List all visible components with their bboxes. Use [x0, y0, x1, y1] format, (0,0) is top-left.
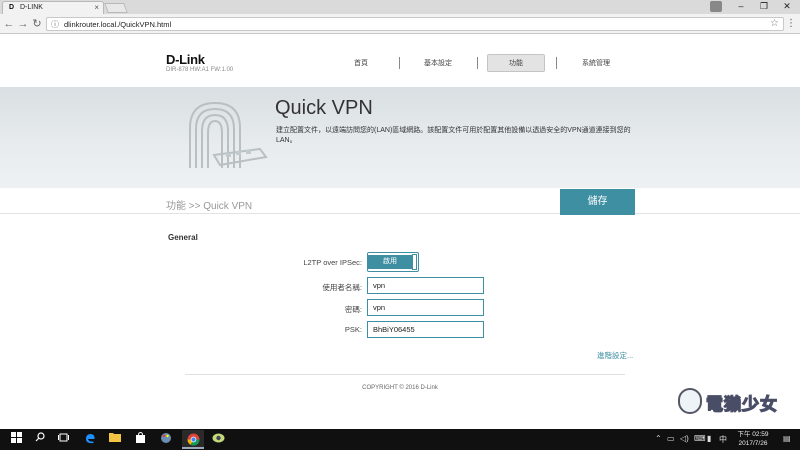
- nav-divider: [556, 57, 557, 69]
- toggle-knob: [412, 254, 417, 270]
- keyboard-icon[interactable]: ⌨: [694, 434, 706, 443]
- url-text: dlinkrouter.local./QuickVPN.html: [64, 20, 172, 29]
- browser-tabstrip: D D-LINK × – ❐ ✕: [0, 0, 800, 14]
- username-label: 使用者名稱:: [322, 283, 362, 292]
- nav-features[interactable]: 功能: [489, 58, 543, 68]
- new-tab-button[interactable]: [104, 3, 128, 13]
- vpn-tunnel-icon: [189, 101, 268, 168]
- windows-start-icon[interactable]: [9, 432, 24, 447]
- password-label: 密碼:: [344, 305, 362, 314]
- nav-divider: [477, 57, 478, 69]
- taskbar-clock[interactable]: 下午 02:59 2017/7/26: [733, 430, 773, 448]
- watermark-text: 電獺少女: [705, 394, 778, 415]
- reload-icon[interactable]: ↻: [31, 17, 43, 31]
- clock-time: 下午 02:59: [737, 431, 769, 438]
- notification-icon[interactable]: ▤: [783, 434, 791, 443]
- watermark-logo: 電獺少女: [672, 388, 796, 418]
- address-bar: ← → ↻ ⓘ dlinkrouter.local./QuickVPN.html…: [0, 14, 800, 34]
- page-title: Quick VPN: [275, 97, 373, 119]
- minimize-icon[interactable]: –: [730, 0, 752, 14]
- store-icon[interactable]: [133, 431, 148, 447]
- username-field[interactable]: [367, 277, 484, 294]
- model-info: DIR-878 HW:A1 FW:1.00: [166, 67, 234, 73]
- l2tp-label: L2TP over IPSec:: [303, 258, 362, 267]
- router-header: D-Link DIR-878 HW:A1 FW:1.00 首頁 基本設定 功能 …: [0, 35, 800, 87]
- greenshot-icon[interactable]: [211, 432, 226, 447]
- l2tp-toggle-state: 啟用: [368, 255, 412, 269]
- hero-banner: Quick VPN 建立配置文件，以遠端訪問您的(LAN)區域網路。該配置文件可…: [0, 87, 800, 188]
- browser-menu-icon[interactable]: ⋮: [786, 18, 796, 29]
- taskbar: ⌃ ▭ ◁) ⌨ ▮ 中 下午 02:59 2017/7/26 ▤: [0, 429, 800, 450]
- tab-title: D-LINK: [20, 4, 43, 11]
- url-input[interactable]: ⓘ dlinkrouter.local./QuickVPN.html ☆: [46, 17, 784, 31]
- nav-home[interactable]: 首頁: [340, 58, 382, 68]
- edge-browser-icon[interactable]: [82, 432, 97, 447]
- ime-icon[interactable]: 中: [719, 434, 727, 445]
- breadcrumb: 功能 >> Quick VPN: [166, 201, 253, 212]
- task-view-icon[interactable]: [56, 432, 71, 447]
- volume-icon[interactable]: ◁): [680, 434, 689, 443]
- search-icon[interactable]: [32, 432, 47, 447]
- nav-basic-settings[interactable]: 基本設定: [412, 58, 464, 68]
- battery-icon[interactable]: ▮: [707, 434, 711, 443]
- psk-label: PSK:: [344, 325, 362, 334]
- psk-field[interactable]: [367, 321, 484, 338]
- chrome-icon[interactable]: [182, 430, 204, 449]
- browser-tab[interactable]: D D-LINK ×: [2, 1, 104, 14]
- advanced-settings-link[interactable]: 進階設定...: [597, 350, 633, 361]
- breadcrumb-bar: 功能 >> Quick VPN 儲存: [0, 189, 800, 215]
- site-info-icon[interactable]: ⓘ: [51, 19, 59, 30]
- file-explorer-icon[interactable]: [107, 432, 122, 447]
- network-icon[interactable]: ▭: [667, 434, 675, 443]
- l2tp-toggle[interactable]: 啟用: [367, 252, 419, 272]
- show-hidden-icons-icon[interactable]: ⌃: [655, 434, 662, 443]
- paint-app-icon[interactable]: [158, 432, 173, 447]
- forward-icon[interactable]: →: [17, 17, 29, 31]
- maximize-icon[interactable]: ❐: [753, 0, 775, 14]
- password-field[interactable]: [367, 299, 484, 316]
- dlink-logo: D-Link: [166, 52, 205, 67]
- footer-divider: [185, 374, 625, 375]
- dlink-favicon-icon: D: [9, 4, 15, 11]
- clock-date: 2017/7/26: [738, 440, 768, 447]
- section-title-general: General: [168, 233, 198, 242]
- otter-mascot-icon: [678, 388, 702, 414]
- save-button[interactable]: 儲存: [560, 189, 635, 215]
- page-description: 建立配置文件，以遠端訪問您的(LAN)區域網路。該配置文件可用於配置其他設備以透…: [276, 127, 631, 144]
- back-icon[interactable]: ←: [3, 17, 15, 31]
- bookmark-star-icon[interactable]: ☆: [770, 18, 779, 29]
- router-page: D-Link DIR-878 HW:A1 FW:1.00 首頁 基本設定 功能 …: [0, 35, 800, 429]
- tab-close-icon[interactable]: ×: [94, 3, 99, 12]
- profile-icon[interactable]: [710, 1, 722, 12]
- window-close-icon[interactable]: ✕: [776, 0, 798, 14]
- nav-divider: [399, 57, 400, 69]
- nav-system-management[interactable]: 系統管理: [570, 58, 622, 68]
